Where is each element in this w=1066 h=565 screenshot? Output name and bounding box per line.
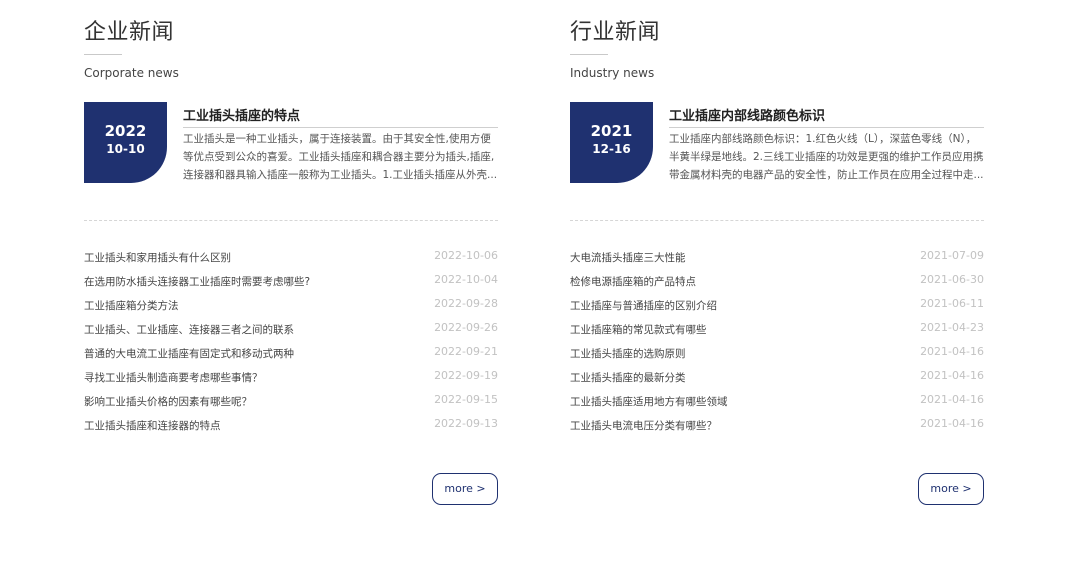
list-item-title[interactable]: 工业插座与普通插座的区别介绍 <box>570 300 717 312</box>
list-item[interactable]: 工业插头插座的选购原则 2021-04-16 <box>570 342 984 366</box>
list-item[interactable]: 工业插头插座的最新分类 2021-04-16 <box>570 366 984 390</box>
featured-title-divider <box>669 127 984 128</box>
list-item[interactable]: 工业插座箱的常见款式有哪些 2021-04-23 <box>570 318 984 342</box>
list-item[interactable]: 工业插座箱分类方法 2022-09-28 <box>84 294 498 318</box>
list-item[interactable]: 工业插头插座适用地方有哪些领域 2021-04-16 <box>570 390 984 414</box>
list-item[interactable]: 工业插头电流电压分类有哪些？ 2021-04-16 <box>570 414 984 438</box>
featured-title[interactable]: 工业插头插座的特点 <box>183 105 300 124</box>
list-item-date: 2021-06-30 <box>920 273 984 286</box>
featured-article[interactable]: 2022 10-10 工业插头插座的特点 工业插头是一种工业插头，属于连接装置。… <box>84 102 498 184</box>
featured-month-day: 12-16 <box>592 142 631 156</box>
dashed-divider <box>570 220 984 221</box>
list-item-date: 2021-04-16 <box>920 393 984 406</box>
list-item[interactable]: 工业插头、工业插座、连接器三者之间的联系 2022-09-26 <box>84 318 498 342</box>
section-subtitle: Corporate news <box>84 66 179 80</box>
list-item-date: 2022-10-04 <box>434 273 498 286</box>
more-button[interactable]: more > <box>918 473 984 505</box>
list-item[interactable]: 影响工业插头价格的因素有哪些呢？ 2022-09-15 <box>84 390 498 414</box>
news-list: 大电流插头插座三大性能 2021-07-09 检修电源插座箱的产品特点 2021-0… <box>570 246 984 438</box>
title-divider <box>84 54 122 55</box>
list-item-date: 2022-09-13 <box>434 417 498 430</box>
list-item-title[interactable]: 普通的大电流工业插座有固定式和移动式两种 <box>84 348 294 360</box>
news-list: 工业插头和家用插头有什么区别 2022-10-06 在选用防水插头连接器工业插座时… <box>84 246 498 438</box>
list-item-date: 2022-09-26 <box>434 321 498 334</box>
section-title: 行业新闻 <box>570 20 661 45</box>
list-item-title[interactable]: 寻找工业插头制造商要考虑哪些事情？ <box>84 372 263 384</box>
list-item-title[interactable]: 工业插头插座适用地方有哪些领域 <box>570 396 728 408</box>
featured-year: 2021 <box>590 122 633 140</box>
list-item-date: 2022-09-28 <box>434 297 498 310</box>
title-divider <box>570 54 608 55</box>
dashed-divider <box>84 220 498 221</box>
list-item-title[interactable]: 大电流插头插座三大性能 <box>570 252 686 264</box>
list-item-title[interactable]: 工业插头插座和连接器的特点 <box>84 420 221 432</box>
list-item[interactable]: 在选用防水插头连接器工业插座时需要考虑哪些? 2022-10-04 <box>84 270 498 294</box>
list-item-date: 2021-06-11 <box>920 297 984 310</box>
list-item-date: 2021-04-16 <box>920 345 984 358</box>
featured-title-divider <box>183 127 498 128</box>
section-subtitle: Industry news <box>570 66 655 80</box>
list-item-title[interactable]: 工业插座箱的常见款式有哪些 <box>570 324 707 336</box>
list-item-date: 2021-04-16 <box>920 369 984 382</box>
list-item-date: 2022-10-06 <box>434 249 498 262</box>
list-item-date: 2021-04-16 <box>920 417 984 430</box>
list-item[interactable]: 工业插头和家用插头有什么区别 2022-10-06 <box>84 246 498 270</box>
featured-description: 工业插头是一种工业插头，属于连接装置。由于其安全性,使用方便等优点受到公众的喜爱… <box>183 133 498 181</box>
list-item[interactable]: 普通的大电流工业插座有固定式和移动式两种 2022-09-21 <box>84 342 498 366</box>
list-item-date: 2022-09-15 <box>434 393 498 406</box>
list-item[interactable]: 大电流插头插座三大性能 2021-07-09 <box>570 246 984 270</box>
list-item[interactable]: 工业插座与普通插座的区别介绍 2021-06-11 <box>570 294 984 318</box>
list-item-date: 2022-09-21 <box>434 345 498 358</box>
featured-article[interactable]: 2021 12-16 工业插座内部线路颜色标识 工业插座内部线路颜色标识：1.红… <box>570 102 984 184</box>
list-item-title[interactable]: 检修电源插座箱的产品特点 <box>570 276 696 288</box>
list-item[interactable]: 寻找工业插头制造商要考虑哪些事情？ 2022-09-19 <box>84 366 498 390</box>
list-item-title[interactable]: 工业插座箱分类方法 <box>84 300 179 312</box>
list-item-title[interactable]: 工业插头、工业插座、连接器三者之间的联系 <box>84 324 294 336</box>
featured-month-day: 10-10 <box>106 142 145 156</box>
list-item-title[interactable]: 工业插头插座的最新分类 <box>570 372 686 384</box>
list-item-date: 2021-04-23 <box>920 321 984 334</box>
list-item-date: 2022-09-19 <box>434 369 498 382</box>
section-title: 企业新闻 <box>84 20 175 45</box>
list-item-title[interactable]: 工业插头插座的选购原则 <box>570 348 686 360</box>
list-item-title[interactable]: 工业插头电流电压分类有哪些？ <box>570 420 717 432</box>
list-item[interactable]: 工业插头插座和连接器的特点 2022-09-13 <box>84 414 498 438</box>
list-item-title[interactable]: 影响工业插头价格的因素有哪些呢？ <box>84 396 252 408</box>
list-item-title[interactable]: 在选用防水插头连接器工业插座时需要考虑哪些? <box>84 276 310 288</box>
featured-year: 2022 <box>104 122 147 140</box>
list-item-title[interactable]: 工业插头和家用插头有什么区别 <box>84 252 231 264</box>
list-item-date: 2021-07-09 <box>920 249 984 262</box>
list-item[interactable]: 检修电源插座箱的产品特点 2021-06-30 <box>570 270 984 294</box>
featured-title[interactable]: 工业插座内部线路颜色标识 <box>669 105 825 124</box>
featured-date-badge: 2021 12-16 <box>570 102 653 183</box>
featured-description: 工业插座内部线路颜色标识：1.红色火线（L），深蓝色零线（N），半黄半绿是地线。… <box>669 133 984 181</box>
more-button[interactable]: more > <box>432 473 498 505</box>
featured-date-badge: 2022 10-10 <box>84 102 167 183</box>
